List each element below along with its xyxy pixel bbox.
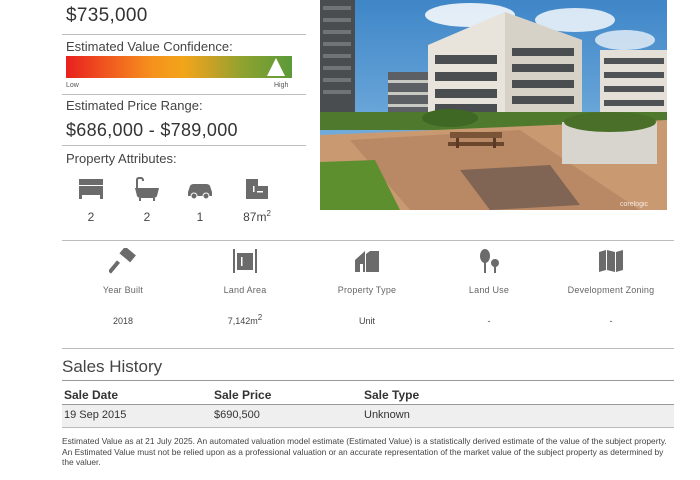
sale-price-cell: $690,500 (214, 409, 260, 421)
detail-label: Year Built (102, 285, 144, 295)
detail-label: Property Type (337, 285, 397, 295)
detail-label: Land Area (223, 285, 267, 295)
divider (62, 380, 674, 381)
bedrooms-value: 2 (87, 210, 95, 224)
column-header-sale-date: Sale Date (64, 388, 119, 402)
detail-value: 2018 (112, 316, 134, 326)
confidence-marker (267, 58, 286, 76)
price-range-value: $686,000 - $789,000 (66, 120, 238, 140)
attribute-bathrooms: 2 (124, 177, 170, 224)
confidence-gradient-bar (66, 56, 292, 78)
house-icon (355, 251, 379, 272)
bathrooms-value: 2 (143, 210, 151, 224)
bed-icon (79, 179, 103, 199)
sales-history-title: Sales History (62, 357, 163, 376)
divider (62, 34, 306, 35)
detail-value: 7,142m2 (227, 313, 263, 327)
floor-area-icon (246, 179, 268, 199)
column-header-sale-type: Sale Type (364, 388, 420, 402)
confidence-low-label: Low (66, 82, 79, 89)
detail-land-area: Land Area 7,142m2 (184, 248, 306, 326)
detail-land-use: Land Use - (428, 248, 550, 326)
table-header: Sale Date Sale Price Sale Type (62, 386, 674, 405)
divider (62, 94, 306, 95)
photo-watermark: corelogic (620, 201, 649, 208)
sales-history-table: Sale Date Sale Price Sale Type 19 Sep 20… (62, 386, 674, 428)
attribute-bedrooms: 2 (68, 177, 114, 224)
disclaimer-text: Estimated Value as at 21 July 2025. An a… (62, 436, 667, 467)
property-attributes-label: Property Attributes: (66, 151, 177, 166)
confidence-high-label: High (274, 82, 289, 89)
sale-date-cell: 19 Sep 2015 (64, 409, 127, 421)
detail-year-built: Year Built 2018 (62, 248, 184, 326)
attribute-floor-area: 87m2 (234, 177, 280, 224)
bath-icon (135, 177, 159, 201)
detail-label: Development Zoning (567, 285, 655, 295)
attribute-car-spaces: 1 (177, 177, 223, 224)
detail-label: Land Use (468, 285, 510, 295)
table-row: 19 Sep 2015 $690,500 Unknown (62, 405, 674, 428)
apartment-complex-image: corelogic (320, 0, 667, 210)
divider (62, 145, 306, 146)
property-photo: corelogic (320, 0, 667, 210)
car-icon (188, 184, 212, 200)
floor-area-value: 87m2 (243, 209, 271, 225)
map-icon (599, 250, 623, 272)
confidence-label: Estimated Value Confidence: (66, 39, 233, 54)
detail-value: - (487, 316, 491, 326)
car-spaces-value: 1 (196, 210, 204, 224)
detail-development-zoning: Development Zoning - (550, 248, 672, 326)
divider (62, 240, 674, 241)
land-area-icon (233, 249, 257, 273)
detail-value: - (609, 316, 613, 326)
hammer-icon (109, 248, 136, 274)
price-range-label: Estimated Price Range: (66, 98, 203, 113)
column-header-sale-price: Sale Price (214, 388, 272, 402)
detail-value: Unit (358, 316, 375, 326)
estimated-value: $735,000 (66, 5, 148, 26)
sale-type-cell: Unknown (364, 409, 410, 421)
divider (62, 348, 674, 349)
tree-icon (480, 249, 499, 273)
detail-property-type: Property Type Unit (306, 248, 428, 326)
